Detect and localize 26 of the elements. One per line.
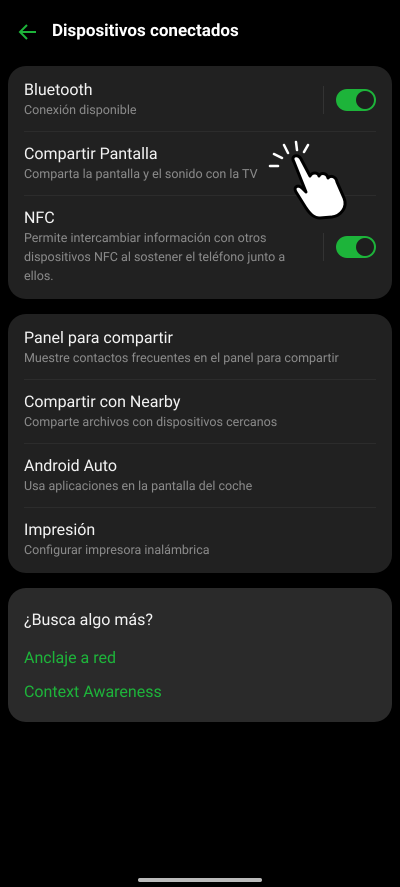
setting-title: Compartir con Nearby (24, 391, 182, 413)
section-title: ¿Busca algo más? (24, 609, 154, 631)
setting-description: Muestre contactos frecuentes en el panel para compartir (24, 350, 340, 368)
setting-title: Compartir Pantalla (24, 143, 159, 165)
setting-description: Conexión disponible (24, 102, 138, 120)
settings-row[interactable]: Android Auto Usa aplicaciones en la pantalla del coche (24, 443, 376, 507)
settings-row[interactable]: Compartir con Nearby Comparte archivos con dispositivos cercanos (24, 379, 376, 443)
toggle-switch[interactable] (336, 236, 376, 258)
suggestion-link[interactable]: Anclaje a red (24, 646, 116, 670)
setting-title: Bluetooth (24, 79, 94, 101)
page-title: Dispositivos conectados (52, 20, 239, 44)
settings-row[interactable]: Impresión Configurar impresora inalámbrica (24, 507, 376, 571)
back-arrow-icon[interactable] (18, 22, 38, 42)
setting-description: Usa aplicaciones en la pantalla del coche (24, 478, 254, 496)
setting-description: Permite intercambiar información con otros dispositivos NFC al sostener el teléfono junto a ellos. (24, 230, 286, 286)
setting-title: Panel para compartir (24, 327, 174, 349)
toggle-switch[interactable] (336, 88, 376, 110)
suggestion-link[interactable]: Context Awareness (24, 680, 162, 704)
settings-row[interactable]: Panel para compartir Muestre contactos frecuentes en el panel para compartir (24, 316, 376, 379)
setting-description: Comparte archivos con dispositivos cercanos (24, 414, 278, 432)
setting-description: Comparta la pantalla y el sonido con la TV (24, 166, 259, 184)
setting-title: Android Auto (24, 455, 118, 477)
settings-row[interactable]: Bluetooth Conexión disponible (24, 68, 376, 131)
setting-description: Configurar impresora inalámbrica (24, 542, 211, 560)
setting-title: Impresión (24, 519, 96, 541)
setting-title: NFC (24, 207, 56, 229)
